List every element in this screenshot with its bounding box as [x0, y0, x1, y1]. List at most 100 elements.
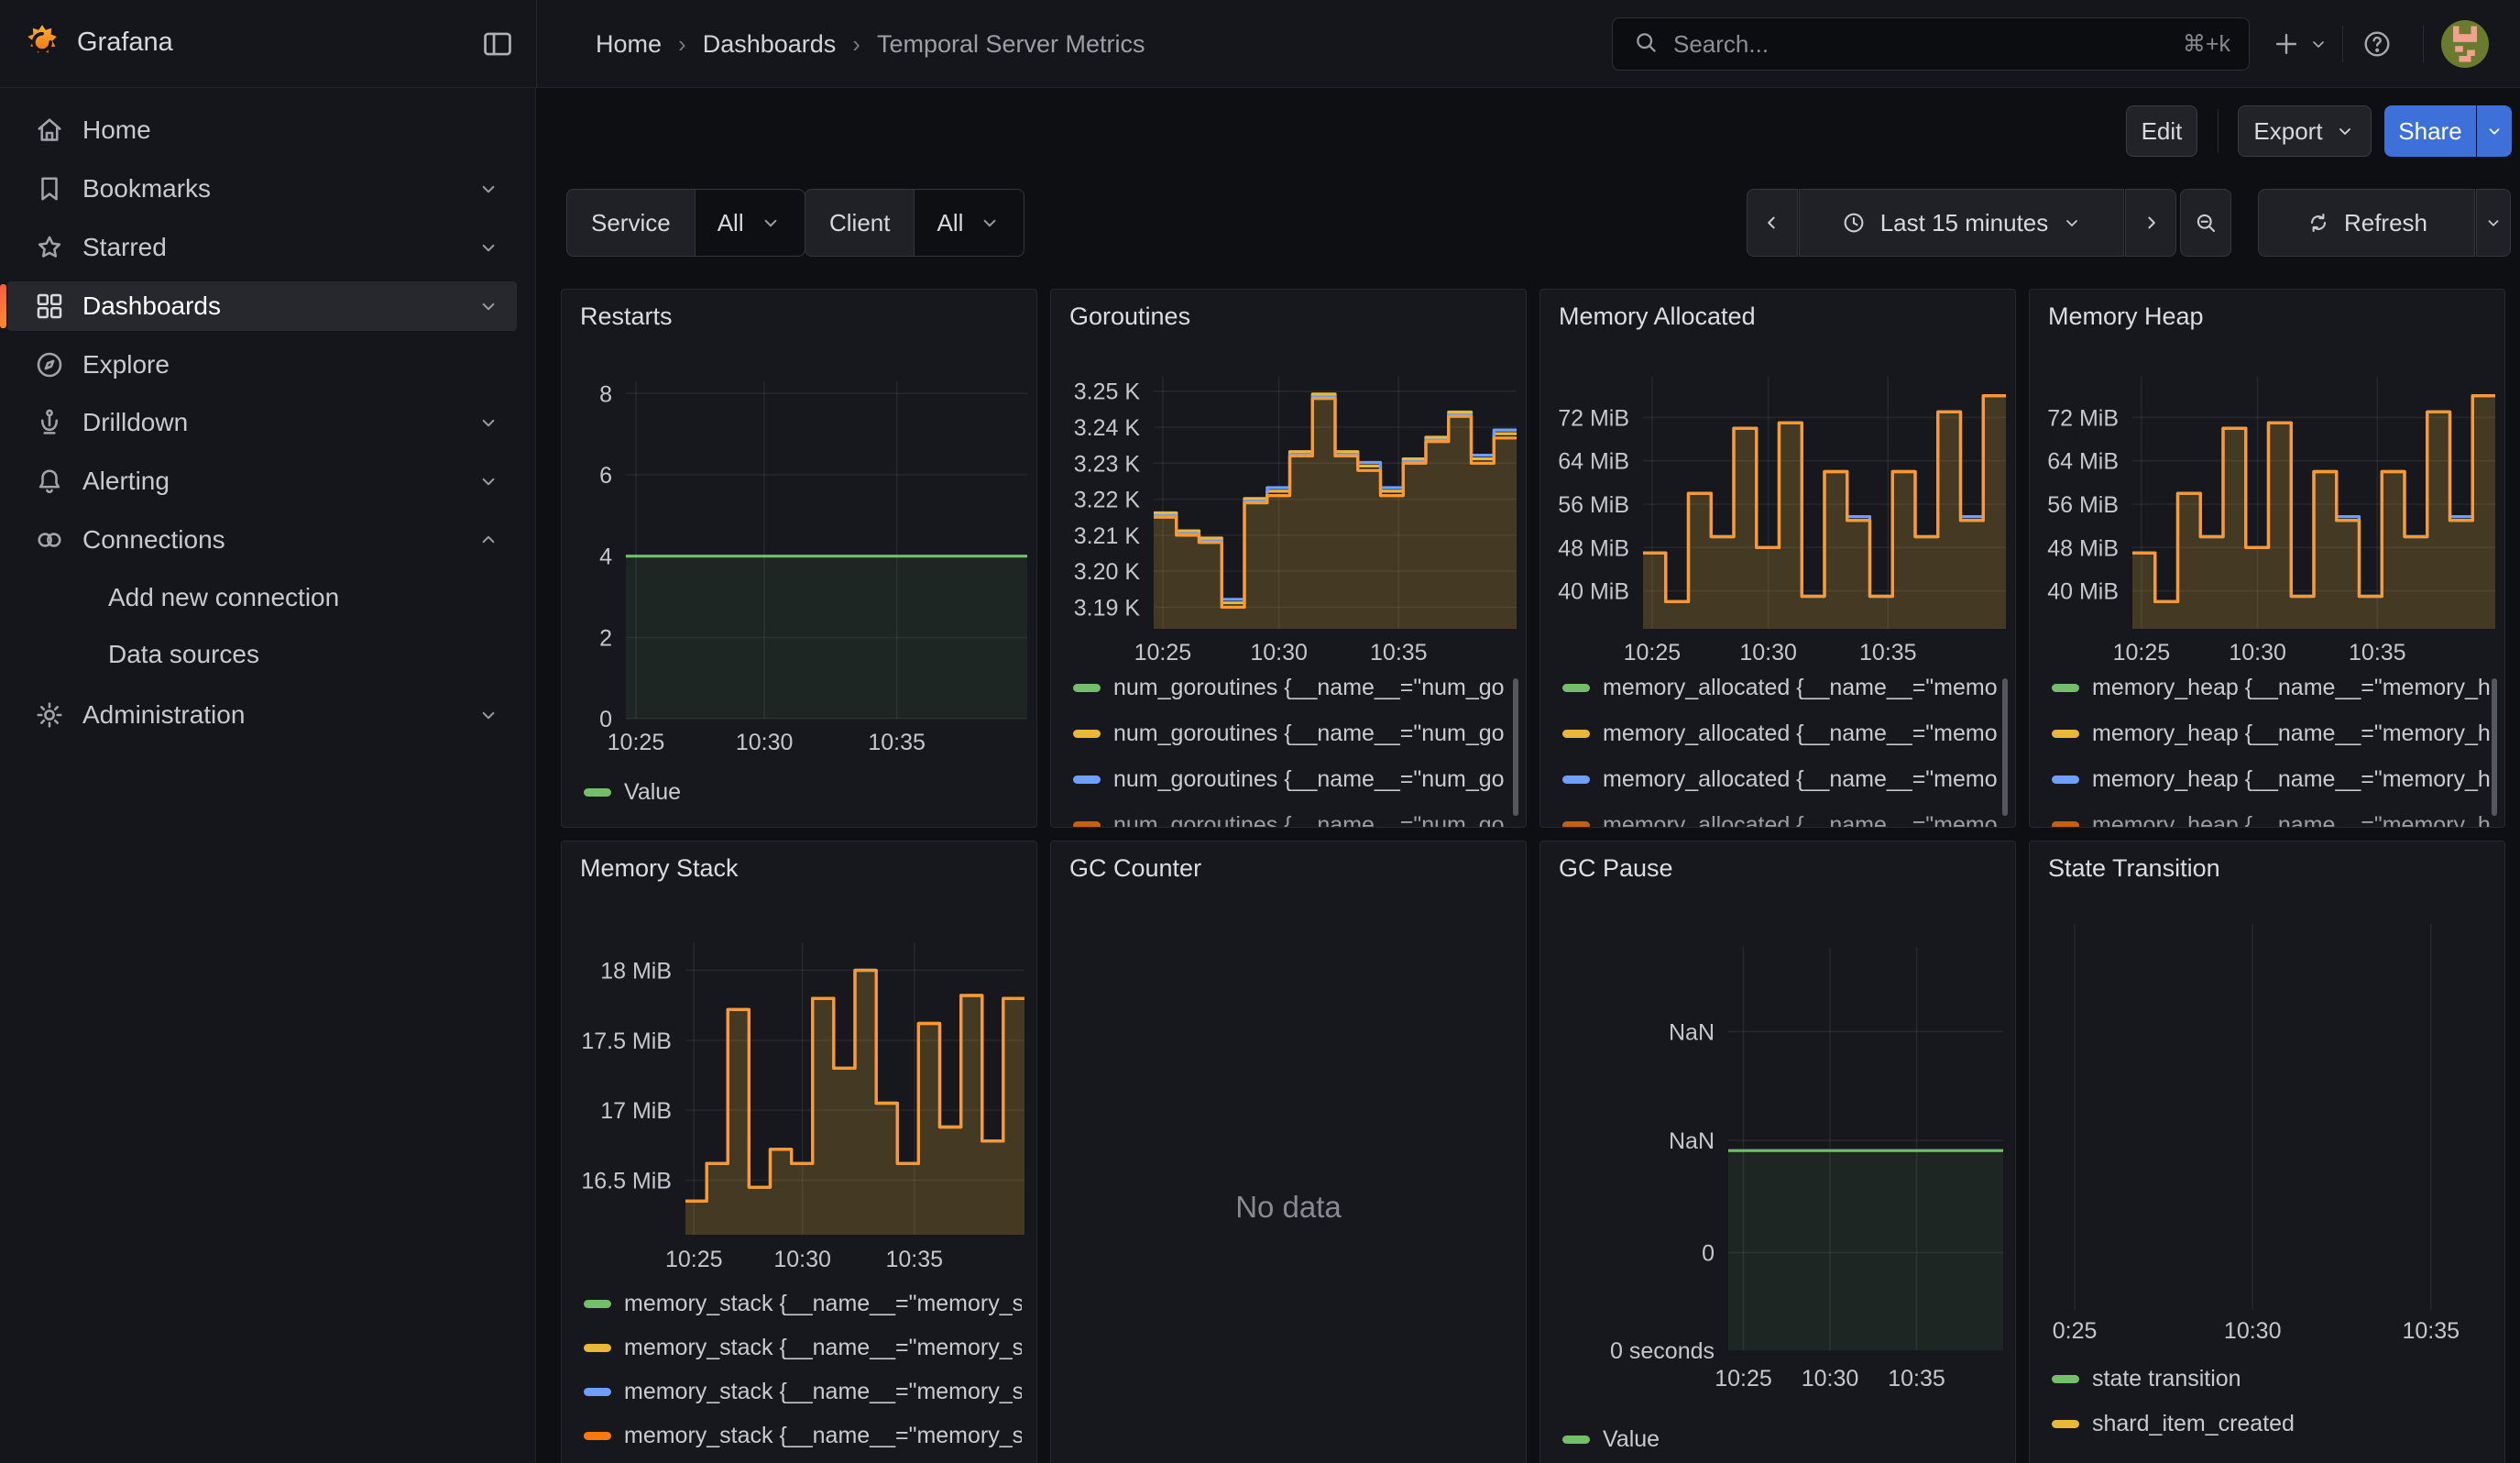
svg-text:17.5 MiB: 17.5 MiB [581, 1028, 672, 1054]
legend-label[interactable]: memory_stack {__name__="memory_s [624, 1379, 1022, 1405]
legend-label[interactable]: memory_allocated {__name__="memo [1603, 675, 1998, 701]
sidebar-item-starred[interactable]: Starred [7, 223, 517, 272]
breadcrumb-item-dashboards[interactable]: Dashboards [703, 30, 837, 59]
sidebar-item-administration[interactable]: Administration [7, 690, 517, 740]
chart-memory_stack[interactable]: 16.5 MiB17 MiB17.5 MiB18 MiB10:2510:3010… [562, 842, 1037, 1463]
search-input[interactable] [1673, 30, 2170, 59]
legend-scrollbar[interactable] [2492, 678, 2497, 816]
filter-value-service[interactable]: All [695, 189, 805, 257]
legend-swatch-icon[interactable] [1562, 776, 1590, 784]
legend-swatch-icon[interactable] [584, 1432, 611, 1440]
svg-text:3.22 K: 3.22 K [1074, 488, 1141, 513]
legend-label[interactable]: memory_stack {__name__="memory_s [624, 1423, 1022, 1449]
legend-label[interactable]: num_goroutines {__name__="num_go [1113, 812, 1505, 828]
chevron-up-icon[interactable] [477, 528, 500, 552]
grafana-app: Grafana Home›Dashboards›Temporal Server … [0, 0, 2520, 1463]
sidebar-item-add-new-connection[interactable]: Add new connection [7, 573, 517, 622]
legend-label[interactable]: memory_heap {__name__="memory_h [2092, 720, 2490, 747]
sidebar-item-connections[interactable]: Connections [7, 515, 517, 565]
legend-label[interactable]: num_goroutines {__name__="num_go [1113, 720, 1505, 747]
legend-swatch-icon[interactable] [1073, 776, 1101, 784]
legend-label[interactable]: memory_allocated {__name__="memo [1603, 812, 1998, 828]
legend-swatch-icon[interactable] [584, 1388, 611, 1396]
chevron-down-icon[interactable] [477, 411, 500, 434]
legend-swatch-icon[interactable] [1562, 821, 1590, 828]
legend-swatch-icon[interactable] [2052, 776, 2079, 784]
svg-text:10:35: 10:35 [885, 1247, 943, 1272]
legend-label[interactable]: Value [624, 779, 681, 806]
legend-swatch-icon[interactable] [584, 1300, 611, 1308]
chevron-down-icon[interactable] [477, 294, 500, 318]
legend-item: memory_allocated {__name__="memo [1562, 812, 2000, 828]
chevron-down-icon[interactable] [477, 469, 500, 493]
legend-swatch-icon[interactable] [2052, 684, 2079, 692]
mega-menu-toggle-icon[interactable] [480, 27, 515, 61]
legend-label[interactable]: num_goroutines {__name__="num_go [1113, 675, 1505, 701]
user-avatar[interactable] [2441, 20, 2489, 68]
legend-swatch-icon[interactable] [2052, 730, 2079, 738]
svg-text:0: 0 [599, 707, 612, 732]
legend-scrollbar[interactable] [2002, 678, 2008, 816]
sidebar-item-alerting[interactable]: Alerting [7, 456, 517, 506]
legend-swatch-icon[interactable] [1562, 684, 1590, 692]
legend-item: memory_heap {__name__="memory_h [2052, 675, 2490, 701]
add-button[interactable] [2266, 24, 2306, 64]
chart-restarts[interactable]: 0246810:2510:3010:35 [562, 290, 1037, 828]
share-chevron-button[interactable] [2477, 105, 2512, 157]
legend-label[interactable]: memory_allocated {__name__="memo [1603, 720, 1998, 747]
legend-swatch-icon[interactable] [2052, 1375, 2079, 1383]
legend-label[interactable]: Value [1603, 1426, 1660, 1453]
time-back-button[interactable] [1747, 189, 1798, 257]
legend-label[interactable]: memory_allocated {__name__="memo [1603, 766, 1998, 793]
legend-label[interactable]: memory_heap {__name__="memory_h [2092, 812, 2490, 828]
refresh-interval-chevron-button[interactable] [2476, 189, 2511, 257]
sidebar-item-drilldown[interactable]: Drilldown [7, 398, 517, 447]
legend-swatch-icon[interactable] [584, 1344, 611, 1352]
grid-icon [33, 290, 66, 323]
legend-label[interactable]: memory_stack {__name__="memory_s [624, 1291, 1022, 1317]
export-button[interactable]: Export [2238, 105, 2372, 157]
search-box[interactable]: ⌘+k [1612, 17, 2250, 71]
legend-swatch-icon[interactable] [2052, 821, 2079, 828]
chart-gc_pause[interactable]: NaNNaN00 seconds10:2510:3010:35 [1540, 842, 2016, 1463]
svg-text:4: 4 [599, 544, 612, 570]
sidebar-item-home[interactable]: Home [7, 105, 517, 155]
time-zoom-out-button[interactable] [2180, 189, 2231, 257]
filter-value-client[interactable]: All [914, 189, 1024, 257]
edit-button[interactable]: Edit [2126, 105, 2197, 157]
legend-swatch-icon[interactable] [584, 788, 611, 797]
time-range-label: Last 15 minutes [1880, 209, 2049, 237]
share-button[interactable]: Share [2384, 105, 2476, 157]
legend-label[interactable]: shard_item_created [2092, 1411, 2295, 1437]
legend-swatch-icon[interactable] [1073, 684, 1101, 692]
legend-item: memory_allocated {__name__="memo [1562, 675, 2000, 701]
sidebar-item-explore[interactable]: Explore [7, 340, 517, 390]
legend-label[interactable]: memory_stack {__name__="memory_s [624, 1335, 1022, 1361]
refresh-button[interactable]: Refresh [2258, 189, 2475, 257]
legend-label[interactable]: memory_heap {__name__="memory_h [2092, 766, 2490, 793]
sidebar-item-bookmarks[interactable]: Bookmarks [7, 164, 517, 214]
chevron-down-icon[interactable] [477, 177, 500, 201]
legend-label[interactable]: memory_heap {__name__="memory_h [2092, 675, 2490, 701]
legend-swatch-icon[interactable] [2052, 1420, 2079, 1428]
help-icon[interactable] [2357, 24, 2397, 64]
legend-label[interactable]: num_goroutines {__name__="num_go [1113, 766, 1505, 793]
add-chevron-down-icon[interactable] [2305, 24, 2332, 64]
breadcrumb-item-home[interactable]: Home [596, 30, 662, 59]
panel-title-gc_counter[interactable]: GC Counter [1069, 854, 1201, 883]
time-range-picker[interactable]: Last 15 minutes [1799, 189, 2124, 257]
time-forward-button[interactable] [2125, 189, 2176, 257]
svg-text:0: 0 [1702, 1241, 1715, 1267]
legend-swatch-icon[interactable] [1562, 730, 1590, 738]
legend-swatch-icon[interactable] [1073, 821, 1101, 828]
legend-swatch-icon[interactable] [1073, 730, 1101, 738]
legend-label[interactable]: state transition [2092, 1366, 2241, 1392]
legend-swatch-icon[interactable] [1562, 1436, 1590, 1444]
sidebar-item-data-sources[interactable]: Data sources [7, 630, 517, 679]
chevron-down-icon[interactable] [477, 703, 500, 727]
sidebar-item-dashboards[interactable]: Dashboards [7, 281, 517, 331]
chevron-down-icon[interactable] [477, 236, 500, 259]
svg-text:3.19 K: 3.19 K [1074, 595, 1141, 621]
legend-scrollbar[interactable] [1513, 678, 1518, 816]
svg-text:56 MiB: 56 MiB [1558, 492, 1629, 518]
